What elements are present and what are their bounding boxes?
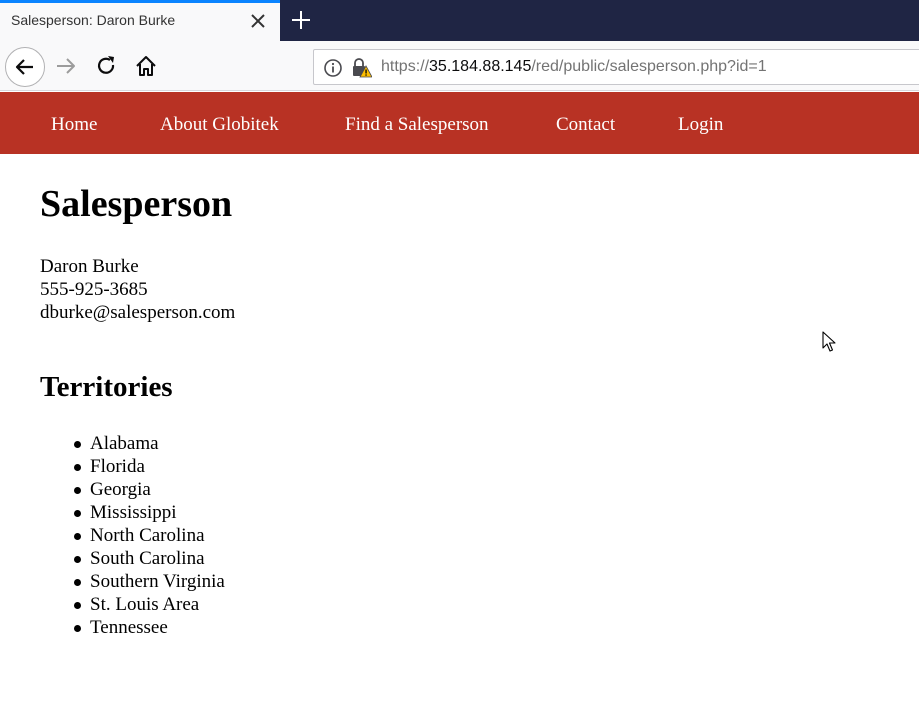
nav-about-globitek[interactable]: About Globitek (160, 114, 279, 136)
territory-item: St. Louis Area (74, 593, 225, 616)
salesperson-email: dburke@salesperson.com (40, 302, 236, 323)
home-icon[interactable] (134, 54, 158, 78)
territory-item: Tennessee (74, 616, 225, 639)
territory-item: Mississippi (74, 501, 225, 524)
browser-toolbar: https://35.184.88.145/red/public/salespe… (0, 41, 919, 91)
territory-item: South Carolina (74, 547, 225, 570)
url-path: /red/public/salesperson.php?id=1 (531, 58, 767, 75)
territory-item: Florida (74, 455, 225, 478)
url-bar[interactable]: https://35.184.88.145/red/public/salespe… (313, 49, 919, 85)
url-host: 35.184.88.145 (429, 58, 532, 75)
url-scheme: https:// (381, 58, 430, 75)
nav-find-a-salesperson[interactable]: Find a Salesperson (345, 114, 489, 136)
territories-heading: Territories (40, 371, 173, 403)
reload-icon[interactable] (94, 54, 118, 78)
territory-item: Alabama (74, 432, 225, 455)
plus-icon[interactable] (289, 8, 313, 32)
tab-strip: Salesperson: Daron Burke (0, 0, 919, 41)
salesperson-name: Daron Burke (40, 256, 139, 277)
territory-item: Southern Virginia (74, 571, 225, 592)
info-icon[interactable] (323, 58, 343, 78)
forward-arrow-icon[interactable] (54, 54, 78, 78)
mouse-cursor-icon (822, 331, 836, 352)
tab-title: Salesperson: Daron Burke (11, 12, 176, 28)
url-text[interactable]: https://35.184.88.145/red/public/salespe… (381, 58, 767, 76)
page-title: Salesperson (40, 183, 233, 225)
close-icon[interactable] (247, 10, 269, 32)
territory-item: Georgia (74, 478, 225, 501)
territory-item: North Carolina (74, 524, 225, 547)
salesperson-phone: 555-925-3685 (40, 279, 148, 300)
active-tab[interactable]: Salesperson: Daron Burke (0, 0, 280, 41)
nav-contact[interactable]: Contact (556, 114, 615, 136)
site-nav: Home About Globitek Find a Salesperson C… (0, 92, 919, 154)
nav-login[interactable]: Login (678, 114, 723, 136)
back-arrow-icon (15, 59, 33, 75)
insecure-lock-icon[interactable] (350, 57, 372, 79)
back-button[interactable] (5, 47, 45, 87)
nav-home[interactable]: Home (51, 114, 97, 136)
territory-list: Alabama Florida Georgia Mississippi Nort… (74, 432, 225, 639)
